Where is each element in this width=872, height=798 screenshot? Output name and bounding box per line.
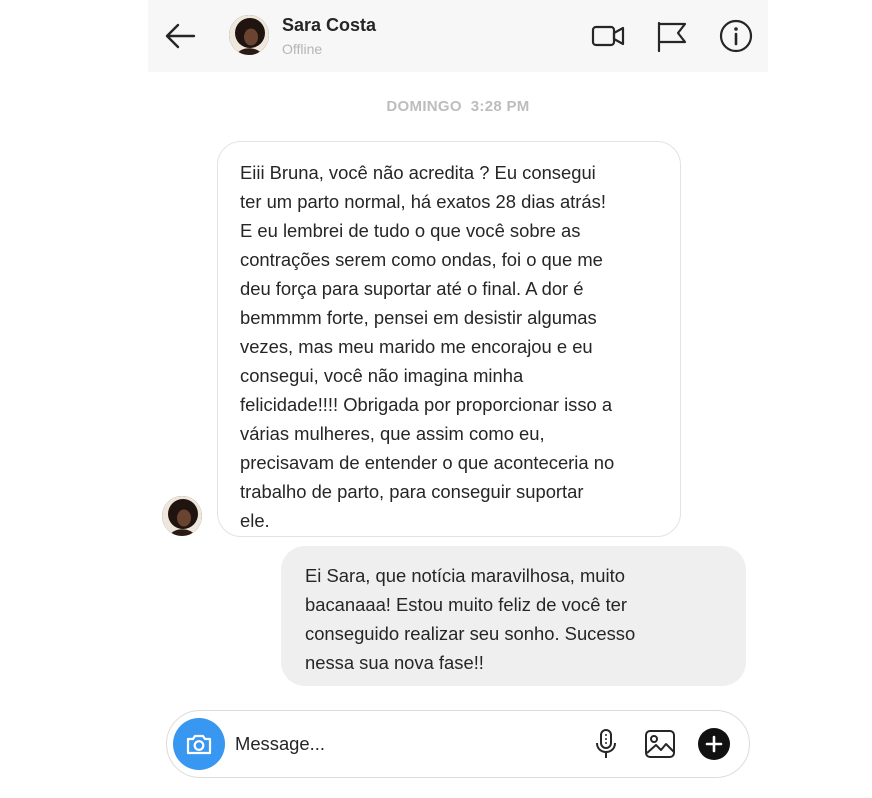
microphone-icon[interactable] <box>589 727 623 761</box>
message-line: trabalho de parto, para conseguir suport… <box>240 481 584 502</box>
chat-header: Sara Costa Offline <box>148 0 768 72</box>
message-input[interactable] <box>235 731 535 757</box>
outgoing-message-bubble[interactable]: Ei Sara, que notícia maravilhosa, muito … <box>281 546 746 686</box>
image-icon[interactable] <box>643 727 677 761</box>
message-line: consegui, você não imagina minha <box>240 365 524 386</box>
incoming-message-bubble[interactable]: Eiii Bruna, você não acredita ? Eu conse… <box>217 141 681 537</box>
flag-icon[interactable] <box>653 18 689 54</box>
message-line: vezes, mas meu marido me encorajou e eu <box>240 336 593 357</box>
message-line: E eu lembrei de tudo o que você sobre as <box>240 220 581 241</box>
message-composer <box>166 710 750 778</box>
message-line: deu força para suportar até o final. A d… <box>240 278 584 299</box>
sender-avatar[interactable] <box>162 496 202 536</box>
plus-icon[interactable] <box>697 727 731 761</box>
message-line: conseguido realizar seu sonho. Sucesso <box>305 623 636 644</box>
contact-name[interactable]: Sara Costa <box>282 15 376 36</box>
message-line: Eiii Bruna, você não acredita ? Eu conse… <box>240 162 596 183</box>
message-timestamp: DOMINGO 3:28 PM <box>386 98 530 115</box>
message-line: precisavam de entender o que aconteceria… <box>240 452 615 473</box>
message-line: bacanaaa! Estou muito feliz de você ter <box>305 594 628 615</box>
contact-avatar[interactable] <box>229 15 269 55</box>
info-icon[interactable] <box>718 18 754 54</box>
message-line: felicidade!!!! Obrigada por proporcionar… <box>240 394 613 415</box>
message-line: ter um parto normal, há exatos 28 dias a… <box>240 191 606 212</box>
contact-status: Offline <box>282 41 323 57</box>
message-line: várias mulheres, que assim como eu, <box>240 423 545 444</box>
video-call-icon[interactable] <box>590 18 626 54</box>
message-line: contrações serem como ondas, foi o que m… <box>240 249 603 270</box>
message-line: ele. <box>240 510 270 531</box>
camera-icon[interactable] <box>173 718 225 770</box>
message-line: bemmmm forte, pensei em desistir algumas <box>240 307 597 328</box>
message-line: Ei Sara, que notícia maravilhosa, muito <box>305 565 625 586</box>
message-line: nessa sua nova fase!! <box>305 652 484 673</box>
back-arrow-icon[interactable] <box>162 18 198 54</box>
